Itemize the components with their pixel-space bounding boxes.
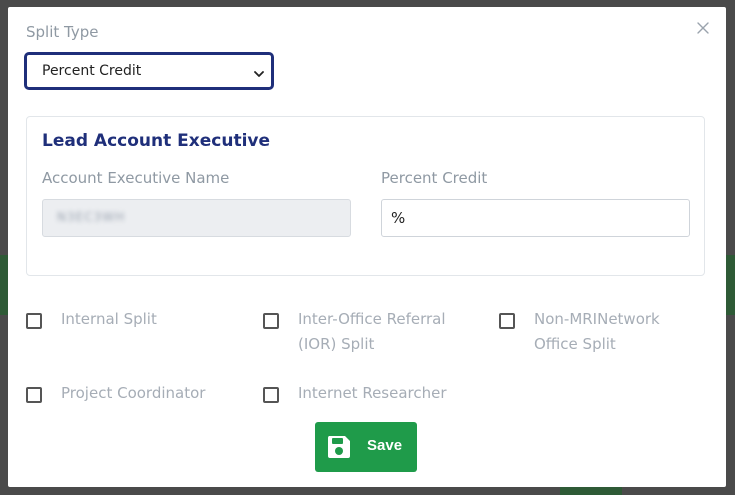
checkbox-box[interactable] bbox=[499, 313, 515, 329]
chevron-down-icon bbox=[253, 65, 265, 84]
floppy-disk-icon bbox=[325, 433, 353, 464]
checkbox-label: Internet Researcher bbox=[298, 384, 447, 402]
checkbox-label: Internal Split bbox=[61, 310, 157, 328]
close-icon[interactable] bbox=[694, 19, 712, 37]
checkbox-internal-split[interactable]: Internal Split bbox=[26, 310, 157, 332]
ae-name-label: Account Executive Name bbox=[42, 169, 230, 187]
ae-name-value: N3EC3WH bbox=[57, 210, 126, 224]
checkbox-label: Inter-Office Referral (IOR) Split bbox=[298, 310, 446, 353]
checkbox-box[interactable] bbox=[263, 313, 279, 329]
save-button-label: Save bbox=[367, 437, 403, 454]
lead-account-executive-card: Lead Account Executive Account Executive… bbox=[26, 116, 705, 276]
checkbox-internet-researcher[interactable]: Internet Researcher bbox=[263, 384, 447, 406]
backdrop-strip-left bbox=[0, 255, 8, 315]
ae-name-field: N3EC3WH bbox=[42, 199, 351, 237]
split-modal: Split Type Percent Credit Lead Account E… bbox=[8, 7, 726, 487]
checkbox-label: Project Coordinator bbox=[61, 384, 206, 402]
checkbox-non-mrinetwork-split[interactable]: Non-MRINetwork Office Split bbox=[499, 310, 699, 357]
checkbox-box[interactable] bbox=[263, 387, 279, 403]
checkbox-ior-split[interactable]: Inter-Office Referral (IOR) Split bbox=[263, 310, 473, 357]
backdrop-strip-bottom bbox=[560, 487, 622, 495]
percent-credit-label: Percent Credit bbox=[381, 169, 488, 187]
checkbox-box[interactable] bbox=[26, 313, 42, 329]
checkbox-project-coordinator[interactable]: Project Coordinator bbox=[26, 384, 205, 406]
card-title: Lead Account Executive bbox=[42, 131, 271, 151]
checkbox-box[interactable] bbox=[26, 387, 42, 403]
split-type-selected-value: Percent Credit bbox=[42, 63, 142, 79]
split-type-label: Split Type bbox=[26, 23, 99, 41]
percent-credit-input[interactable] bbox=[381, 199, 690, 237]
save-button[interactable]: Save bbox=[315, 422, 417, 472]
split-type-select[interactable]: Percent Credit bbox=[24, 52, 274, 90]
backdrop-strip-right bbox=[725, 255, 735, 315]
checkbox-label: Non-MRINetwork Office Split bbox=[534, 310, 660, 353]
